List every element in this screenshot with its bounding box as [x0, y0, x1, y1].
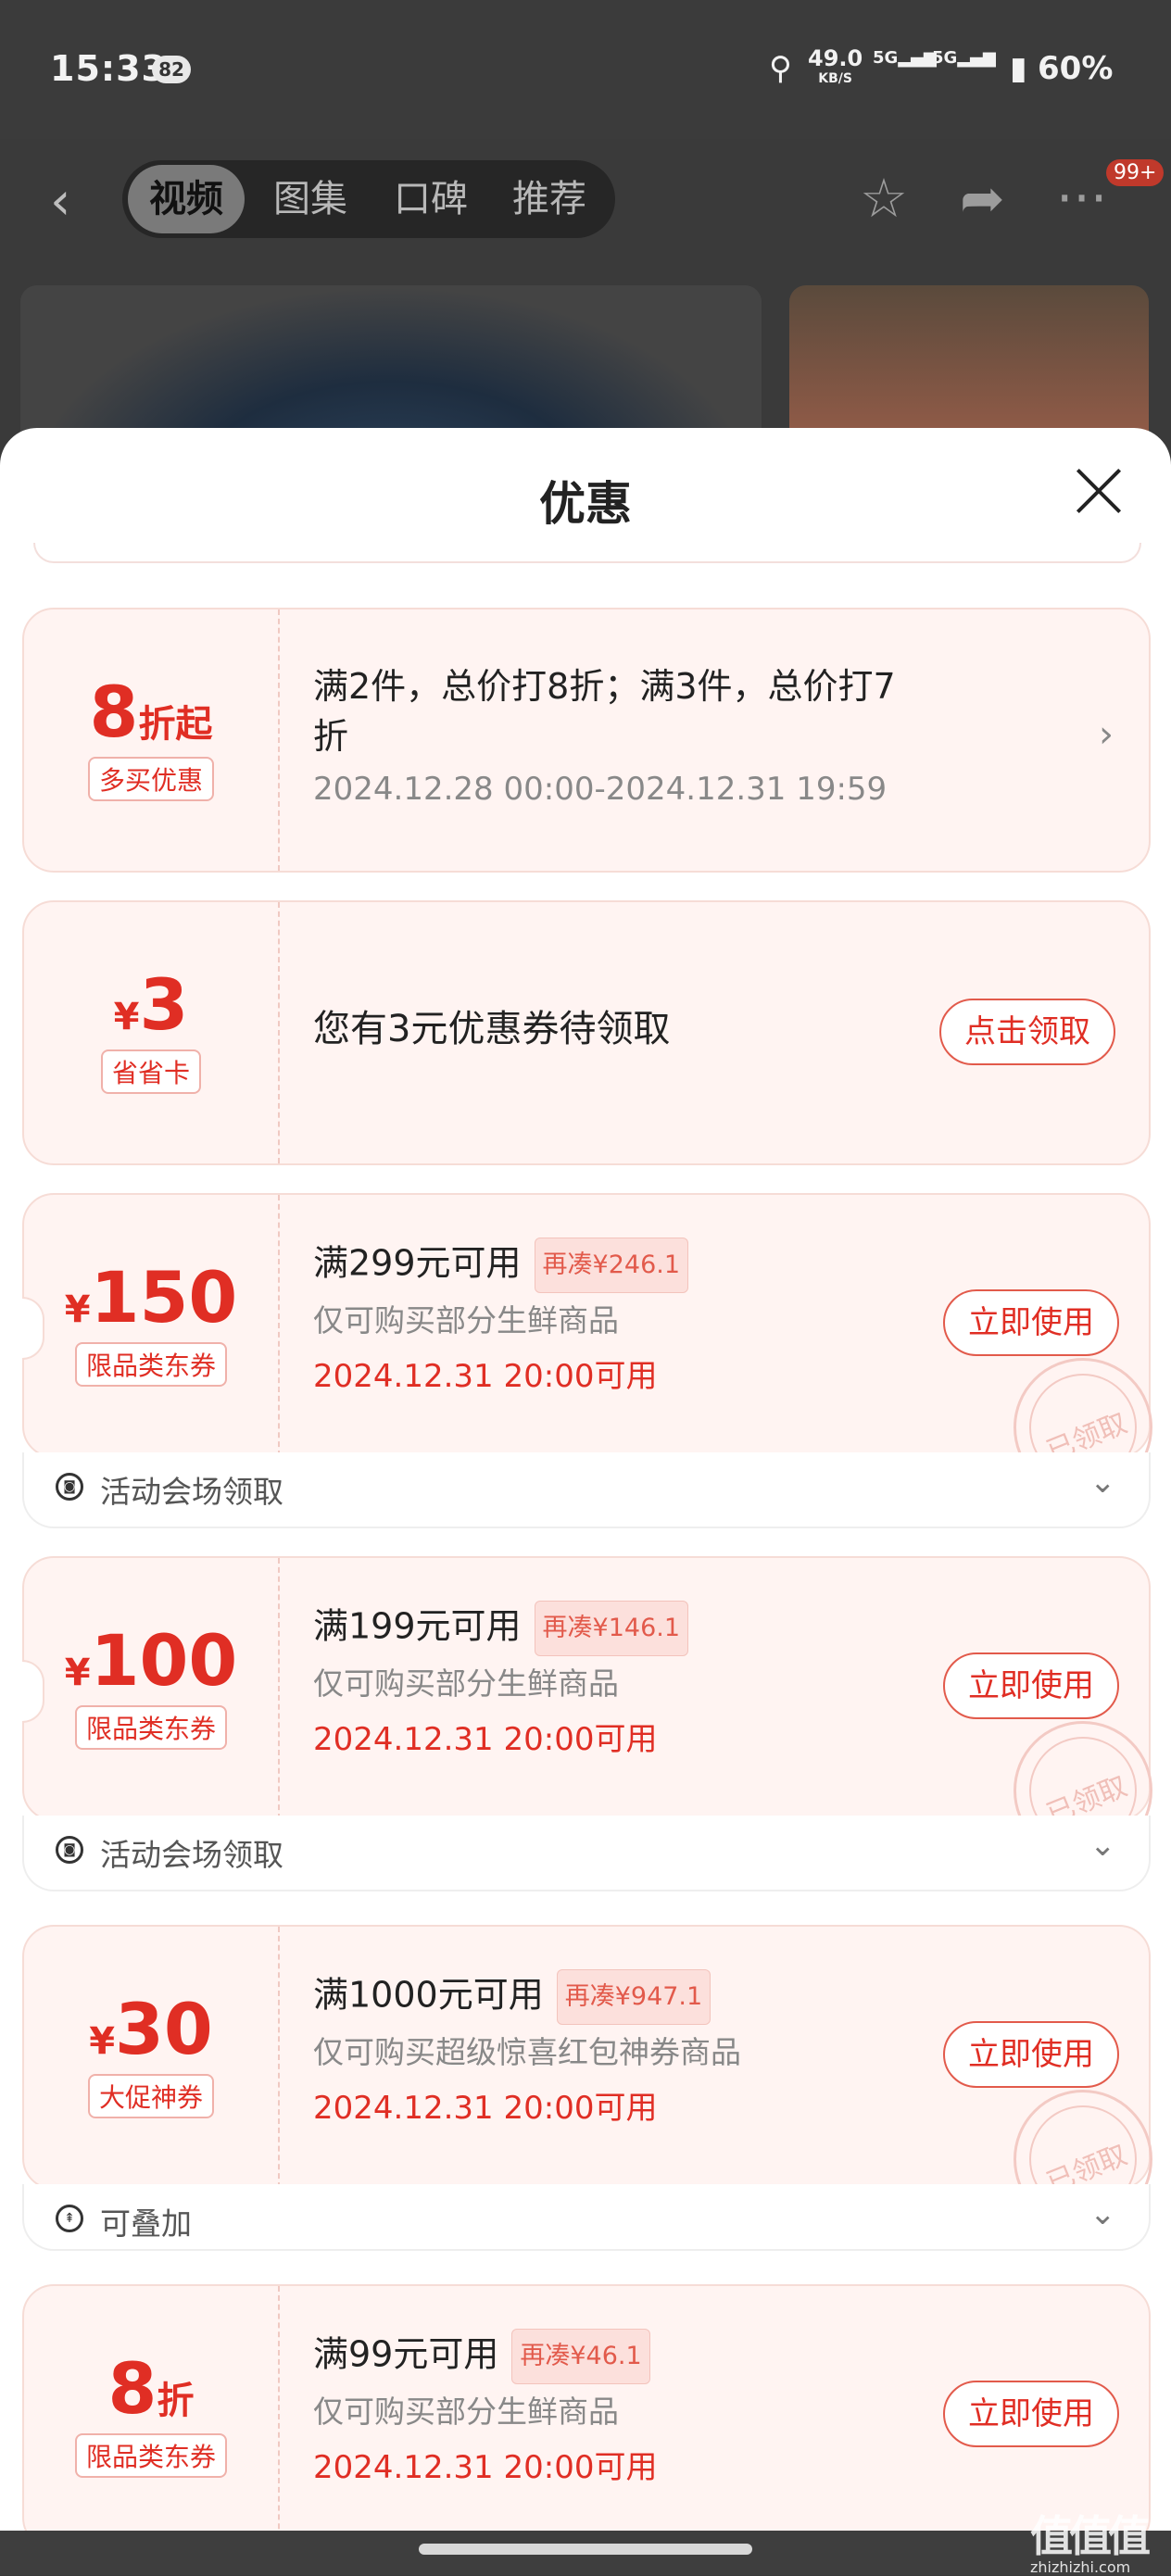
back-chevron-icon[interactable]: ‹ [50, 171, 70, 232]
signal-sim2-icon: 5G▂▄▆ [932, 48, 996, 68]
coupon-condition: 满99元可用 再凑¥46.1 [313, 2329, 657, 2384]
offer-period: 2024.12.28 00:00-2024.12.31 19:59 [313, 771, 888, 808]
venue-icon: ◙ [56, 1836, 83, 1864]
coupon-source-row[interactable]: ◙ 活动会场领取 ⌄ [22, 1816, 1151, 1891]
venue-icon: ◙ [56, 1473, 83, 1501]
chevron-down-icon[interactable]: ⌄ [1089, 1827, 1116, 1864]
coupon-card-100: ¥100 限品类东券 满199元可用 再凑¥146.1 仅可购买部分生鲜商品 20… [22, 1556, 1152, 1860]
offer-condition-cont: 折 [313, 716, 349, 757]
coupon-amount: ¥30 [89, 1988, 213, 2070]
offer-amount: ¥3 [113, 963, 189, 1046]
discount-sheet: 优惠 8折起 多买优惠 满2件，总价打8折；满3件，总价打7 折 2024.12… [0, 428, 1171, 2531]
status-time: 15:33 [50, 48, 167, 89]
coupon-card-150: ¥150 限品类东券 满299元可用 再凑¥246.1 仅可购买部分生鲜商品 20… [22, 1193, 1152, 1497]
more-badge: 99+ [1106, 159, 1165, 186]
coupon-amount: ¥150 [64, 1256, 238, 1338]
signal-sim1-icon: 5G▂▄▆ [873, 48, 937, 68]
coupon-stack-row[interactable]: ⇞ 可叠加 ⌄ [22, 2184, 1151, 2251]
coupon-source: 活动会场领取 [100, 1837, 283, 1873]
coupon-tag: 限品类东券 [74, 1705, 227, 1750]
offer-card-saving: ¥3 省省卡 您有3元优惠券待领取 点击领取 [22, 900, 1151, 1165]
tab-reviews[interactable]: 口碑 [372, 160, 489, 238]
coupon-card-discount: 8折 限品类东券 满99元可用 再凑¥46.1 仅可购买部分生鲜商品 2024.1… [22, 2284, 1151, 2531]
use-now-button[interactable]: 立即使用 [943, 2021, 1119, 2088]
battery-level: 60% [1038, 50, 1114, 87]
coupon-gap: 再凑¥146.1 [534, 1601, 689, 1656]
offer-tag: 多买优惠 [87, 757, 214, 801]
coupon-scope: 仅可购买部分生鲜商品 [313, 1665, 619, 1702]
tab-gallery[interactable]: 图集 [252, 160, 369, 238]
more-icon[interactable]: ··· [1056, 167, 1107, 230]
coupon-gap: 再凑¥947.1 [556, 1969, 711, 2025]
offer-condition: 您有3元优惠券待领取 [313, 1008, 671, 1050]
battery-icon: ▮ [1010, 50, 1027, 87]
coupon-tag: 限品类东券 [74, 1342, 227, 1387]
net-speed: 49.0 KB/S [808, 45, 863, 86]
coupon-stackable: 可叠加 [100, 2205, 192, 2242]
status-bar: 15:33 82 ⚲ 49.0 KB/S 5G▂▄▆ 5G▂▄▆ ▮ 60% [0, 0, 1171, 139]
site-watermark: 值值值 zhizhizhi.com [1030, 2511, 1151, 2576]
location-icon: ⚲ [769, 50, 792, 87]
share-icon[interactable]: ➦ [960, 167, 1005, 230]
offer-tag: 省省卡 [100, 1049, 201, 1094]
coupon-valid-time: 2024.12.31 20:00可用 [313, 2449, 658, 2486]
coupon-scope: 仅可购买部分生鲜商品 [313, 2394, 619, 2430]
notification-count-badge: 82 [152, 56, 191, 83]
tab-video[interactable]: 视频 [128, 165, 245, 233]
coupon-valid-time: 2024.12.31 20:00可用 [313, 2090, 658, 2127]
use-now-button[interactable]: 立即使用 [943, 2381, 1119, 2447]
coupon-condition: 满199元可用 再凑¥146.1 [313, 1601, 689, 1656]
coupon-amount: ¥100 [64, 1619, 238, 1702]
chevron-down-icon[interactable]: ⌄ [1089, 1464, 1116, 1501]
coupon-tag: 大促神券 [87, 2074, 214, 2118]
coupon-condition: 满299元可用 再凑¥246.1 [313, 1238, 689, 1293]
coupon-amount: 8折 [107, 2347, 195, 2430]
coupon-gap: 再凑¥246.1 [534, 1238, 689, 1293]
coupon-scope: 仅可购买超级惊喜红包神券商品 [313, 2034, 741, 2070]
coupon-source: 活动会场领取 [100, 1474, 283, 1510]
offer-amount: 8折起 [89, 671, 213, 753]
sheet-title: 优惠 [539, 477, 632, 531]
coupon-valid-time: 2024.12.31 20:00可用 [313, 1721, 658, 1758]
chevron-right-icon[interactable]: › [1099, 713, 1114, 756]
previous-card-edge [33, 543, 1141, 563]
coupon-tag: 限品类东券 [74, 2433, 227, 2478]
use-now-button[interactable]: 立即使用 [943, 1289, 1119, 1356]
stack-icon: ⇞ [56, 2205, 83, 2232]
offer-condition: 满2件，总价打8折；满3件，总价打7 [313, 666, 896, 707]
tab-recommend[interactable]: 推荐 [491, 160, 608, 238]
coupon-valid-time: 2024.12.31 20:00可用 [313, 1358, 658, 1395]
offer-card-multibuy[interactable]: 8折起 多买优惠 满2件，总价打8折；满3件，总价打7 折 2024.12.28… [22, 608, 1151, 873]
coupon-card-30: ¥30 大促神券 满1000元可用 再凑¥947.1 仅可购买超级惊喜红包神券商品… [22, 1925, 1152, 2229]
home-indicator[interactable] [419, 2544, 752, 2555]
close-icon[interactable] [1065, 458, 1132, 524]
coupon-source-row[interactable]: ◙ 活动会场领取 ⌄ [22, 1452, 1151, 1528]
use-now-button[interactable]: 立即使用 [943, 1652, 1119, 1719]
claim-button[interactable]: 点击领取 [939, 999, 1115, 1065]
gesture-bar [0, 2531, 1171, 2575]
coupon-condition: 满1000元可用 再凑¥947.1 [313, 1969, 741, 2025]
chevron-down-icon[interactable]: ⌄ [1089, 2195, 1116, 2232]
coupon-scope: 仅可购买部分生鲜商品 [313, 1302, 619, 1338]
star-icon[interactable]: ☆ [860, 167, 908, 230]
coupon-gap: 再凑¥46.1 [511, 2329, 650, 2384]
